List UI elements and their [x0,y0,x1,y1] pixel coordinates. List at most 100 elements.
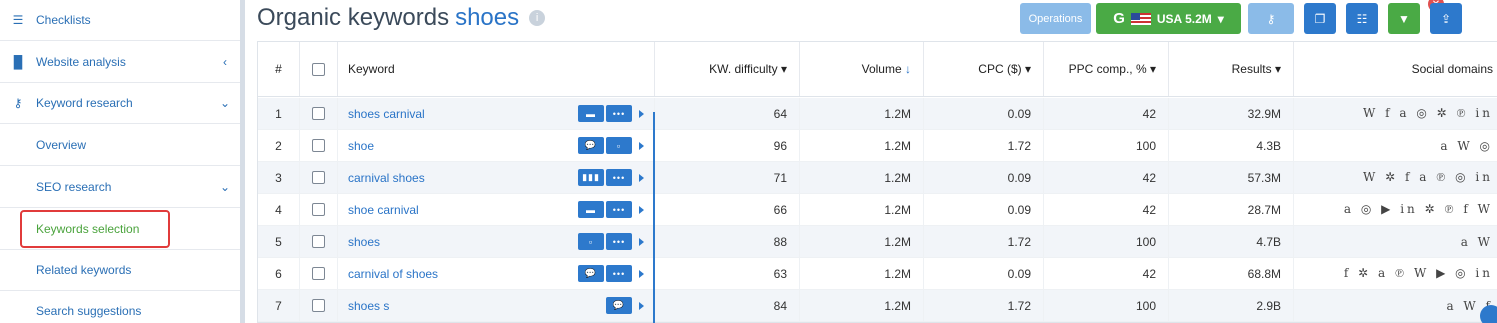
row-number: 7 [258,290,300,321]
expand-arrow-icon[interactable] [639,205,644,214]
select-all-checkbox[interactable] [312,62,325,76]
title-keyword: shoes [455,4,520,31]
serp-feature-icon[interactable]: 💬 [606,297,632,314]
serp-feature-icon[interactable]: ••• [606,233,632,250]
cpc-cell: 0.09 [924,258,1044,289]
chart-icon: ▐▌ [9,55,27,69]
sidebar-item-overview[interactable]: Overview [0,125,240,166]
col-header-kw-difficulty[interactable]: KW. difficulty ▾ [655,42,800,96]
table-row[interactable]: 3 carnival shoes ▮▮▮ ••• 71 1.2M 0.09 42 57.3M W … [258,162,1497,194]
scroll-right-button[interactable] [1480,305,1497,323]
row-checkbox-cell[interactable] [300,258,338,289]
info-icon[interactable]: i [529,10,546,26]
serp-feature-icon[interactable]: ••• [606,265,632,282]
ppc-comp-cell: 42 [1044,98,1169,129]
keyword-link[interactable]: shoe [348,139,374,153]
operations-button[interactable]: Operations [1020,3,1091,34]
row-checkbox-cell[interactable] [300,226,338,257]
sidebar-item-keyword-research[interactable]: ⚷ Keyword research ⌄ [0,83,240,124]
row-number: 3 [258,162,300,193]
row-checkbox-cell[interactable] [300,98,338,129]
social-icons[interactable]: W f a ◎ ✲ ℗ in [1363,106,1493,121]
keyword-link[interactable]: shoes s [348,299,389,313]
keyword-link[interactable]: carnival shoes [348,171,425,185]
table-row[interactable]: 5 shoes ▫ ••• 88 1.2M 1.72 100 4.7B a W [258,226,1497,258]
ppc-comp-cell: 42 [1044,194,1169,225]
keyword-link[interactable]: carnival of shoes [348,267,438,281]
social-icons[interactable]: a ◎ ▶ in ✲ ℗ f W [1344,202,1493,217]
export-button[interactable]: ⇪ [1430,3,1462,34]
serp-feature-icon[interactable]: 💬 [578,265,604,282]
col-header-results[interactable]: Results ▾ [1169,42,1294,96]
serp-feature-icon[interactable]: ••• [606,105,632,122]
serp-feature-icon[interactable]: 💬 [578,137,604,154]
table-row[interactable]: 4 shoe carnival ▬ ••• 66 1.2M 0.09 42 28.7M a ◎ ▶… [258,194,1497,226]
social-icons[interactable]: a W [1461,235,1493,249]
col-header-ppc-comp[interactable]: PPC comp., % ▾ [1044,42,1169,96]
serp-features: 💬 ▫ [578,137,644,154]
keyword-link[interactable]: shoe carnival [348,203,419,217]
sidebar-item-label: Overview [36,138,87,152]
row-checkbox[interactable] [312,267,325,280]
row-checkbox-cell[interactable] [300,194,338,225]
row-checkbox[interactable] [312,235,325,248]
database-select-button[interactable]: G USA 5.2M ▾ [1096,3,1241,34]
columns-button[interactable]: ☷ [1346,3,1378,34]
sidebar-item-label: Keyword research [36,96,133,110]
social-icons[interactable]: a W ◎ [1440,139,1493,153]
serp-feature-icon[interactable]: ▮▮▮ [578,169,604,186]
col-header-volume[interactable]: Volume ↓ [800,42,924,96]
expand-arrow-icon[interactable] [639,237,644,246]
key-button[interactable]: ⚷ [1248,3,1294,34]
table-row[interactable]: 6 carnival of shoes 💬 ••• 63 1.2M 0.09 42 68.8M f… [258,258,1497,290]
row-checkbox-cell[interactable] [300,290,338,321]
sidebar-item-search-suggestions[interactable]: Search suggestions [0,291,240,323]
row-checkbox[interactable] [312,203,325,216]
table-row[interactable]: 1 shoes carnival ▬ ••• 64 1.2M 0.09 42 32.9M W f … [258,98,1497,130]
col-header-cpc[interactable]: CPC ($) ▾ [924,42,1044,96]
expand-arrow-icon[interactable] [639,269,644,278]
cpc-cell: 0.09 [924,162,1044,193]
row-checkbox[interactable] [312,107,325,120]
app: ☰ Checklists ▐▌ Website analysis ‹ ⚷ Key… [0,0,1497,323]
expand-arrow-icon[interactable] [639,109,644,118]
sidebar-item-checklists[interactable]: ☰ Checklists [0,0,240,41]
keyword-link[interactable]: shoes [348,235,380,249]
row-checkbox-cell[interactable] [300,162,338,193]
sidebar-item-seo-research[interactable]: SEO research ⌄ [0,167,240,208]
sidebar-divider[interactable] [240,0,245,323]
serp-feature-icon[interactable]: ••• [606,201,632,218]
social-icons[interactable]: W ✲ f a ℗ ◎ in [1363,170,1493,185]
cpc-cell: 0.09 [924,98,1044,129]
serp-feature-icon[interactable]: ••• [606,169,632,186]
copy-button[interactable]: ❐ [1304,3,1336,34]
social-icons[interactable]: f ✲ a ℗ W ▶ ◎ in [1344,266,1493,281]
row-checkbox-cell[interactable] [300,130,338,161]
col-header-keyword[interactable]: Keyword [338,42,655,96]
expand-arrow-icon[interactable] [639,301,644,310]
serp-features: ▮▮▮ ••• [578,169,644,186]
col-header-checkbox[interactable] [300,42,338,96]
serp-feature-icon[interactable]: ▫ [606,137,632,154]
social-domains-cell: a ◎ ▶ in ✲ ℗ f W [1294,194,1497,225]
keyword-link[interactable]: shoes carnival [348,107,425,121]
sidebar-item-website-analysis[interactable]: ▐▌ Website analysis ‹ [0,42,240,83]
col-header-social-domains[interactable]: Social domains [1294,42,1497,96]
table-row[interactable]: 7 shoes s 💬 84 1.2M 1.72 100 2.9B a W f [258,290,1497,322]
table-header: # Keyword KW. difficulty ▾ Volume ↓ CPC … [258,42,1497,97]
expand-arrow-icon[interactable] [639,141,644,150]
serp-feature-icon[interactable]: ▫ [578,233,604,250]
sidebar-item-label: Website analysis [36,55,126,69]
row-checkbox[interactable] [312,139,325,152]
row-checkbox[interactable] [312,299,325,312]
filter-button[interactable]: ▼ [1388,3,1420,34]
row-number: 1 [258,98,300,129]
serp-feature-icon[interactable]: ▬ [578,201,604,218]
keyword-cell: shoes ▫ ••• [338,226,655,257]
sidebar-item-related-keywords[interactable]: Related keywords [0,250,240,291]
serp-feature-icon[interactable]: ▬ [578,105,604,122]
expand-arrow-icon[interactable] [639,173,644,182]
row-checkbox[interactable] [312,171,325,184]
table-row[interactable]: 2 shoe 💬 ▫ 96 1.2M 1.72 100 4.3B a W ◎ [258,130,1497,162]
col-header-label: KW. difficulty [709,62,778,76]
